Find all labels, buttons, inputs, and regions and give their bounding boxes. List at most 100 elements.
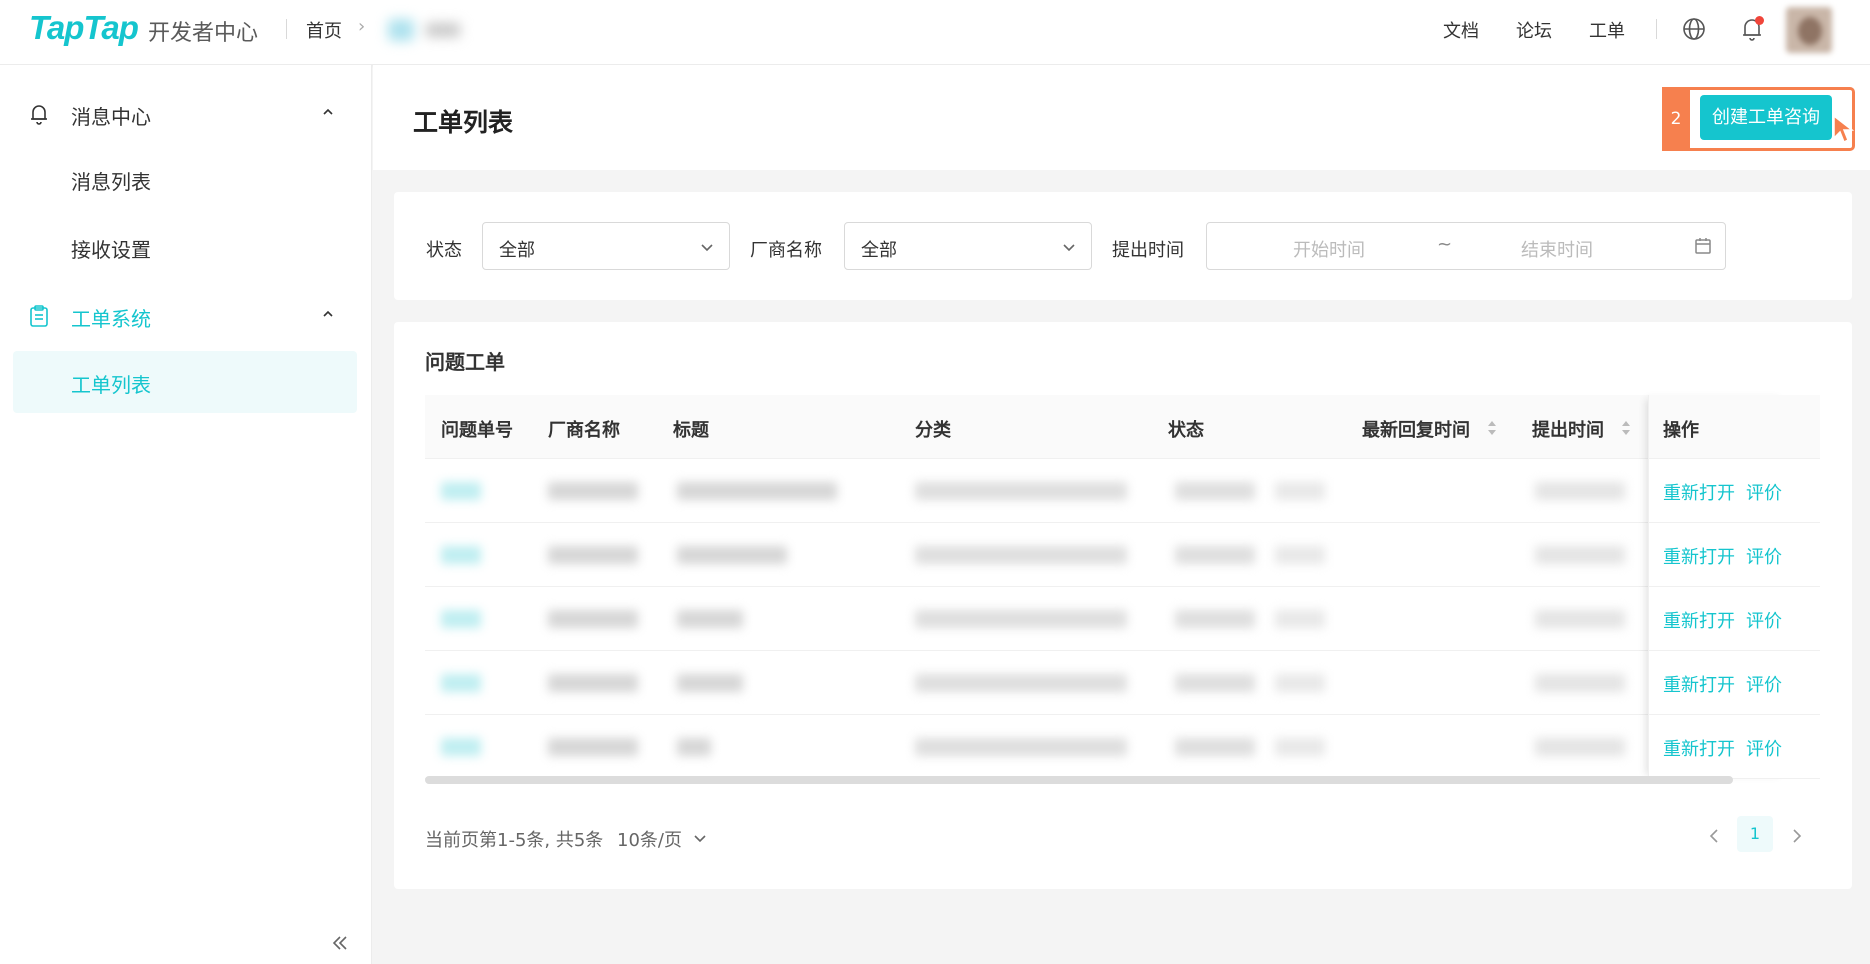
breadcrumb-separator-icon: › [358, 16, 366, 37]
mouse-cursor-icon [1833, 114, 1854, 144]
ticket-id-blurred[interactable] [441, 610, 481, 628]
column-vendor: 厂商名称 [548, 420, 620, 441]
horizontal-scrollbar[interactable] [425, 776, 1733, 784]
vendor-filter-label: 厂商名称 [750, 240, 822, 261]
status-blurred [1175, 546, 1255, 564]
operations-cell: 重新打开 评价 [1649, 651, 1790, 715]
sidebar: 消息中心 消息列表 接收设置 工单系统 工单列表 [0, 65, 372, 964]
divider [1656, 19, 1657, 39]
reopen-link[interactable]: 重新打开 [1663, 671, 1735, 697]
title-blurred [677, 482, 837, 500]
title-blurred [677, 674, 743, 692]
next-page-icon[interactable] [1785, 822, 1809, 850]
collapse-sidebar-icon[interactable] [330, 933, 350, 953]
sort-icon[interactable] [1487, 419, 1497, 437]
column-latest-reply[interactable]: 最新回复时间 [1362, 416, 1470, 442]
column-submit-time[interactable]: 提出时间 [1532, 416, 1604, 442]
column-ticket-id: 问题单号 [441, 420, 513, 441]
rate-link[interactable]: 评价 [1746, 543, 1782, 569]
table-header: 问题单号 厂商名称 标题 分类 状态 最新回复时间 提出时间 [425, 395, 1820, 459]
status-select[interactable]: 全部 [482, 222, 730, 270]
divider [286, 19, 287, 39]
ticket-id-blurred[interactable] [441, 674, 481, 692]
avatar[interactable] [1786, 7, 1832, 53]
table-row[interactable] [425, 523, 1820, 587]
ticket-id-blurred[interactable] [441, 738, 481, 756]
breadcrumb-app-blurred[interactable] [386, 15, 470, 45]
step-number-badge: 2 [1662, 87, 1690, 151]
chevron-down-icon[interactable] [692, 830, 708, 846]
table-row[interactable] [425, 587, 1820, 651]
reopen-link[interactable]: 重新打开 [1663, 543, 1735, 569]
status-tag-blurred [1275, 482, 1325, 500]
globe-icon[interactable] [1682, 17, 1706, 41]
time-filter-label: 提出时间 [1112, 240, 1184, 261]
nav-docs[interactable]: 文档 [1443, 17, 1479, 43]
vendor-blurred [548, 738, 638, 756]
status-select-value: 全部 [499, 240, 535, 261]
operations-column: 操作 重新打开 评价 重新打开 评价 重新打开 评价 重新打开 评价 重新打开 … [1648, 395, 1790, 779]
sidebar-group-label: 消息中心 [71, 105, 151, 129]
table-row[interactable] [425, 651, 1820, 715]
category-blurred [915, 482, 1127, 500]
reopen-link[interactable]: 重新打开 [1663, 479, 1735, 505]
sort-icon[interactable] [1621, 419, 1631, 437]
chevron-up-icon [323, 310, 333, 317]
status-tag-blurred [1275, 610, 1325, 628]
operations-cell: 重新打开 评价 [1649, 715, 1790, 779]
taptap-logo[interactable]: TapTap [29, 9, 139, 47]
column-title: 标题 [673, 420, 709, 441]
sidebar-group-label: 工单系统 [71, 307, 151, 331]
rate-link[interactable]: 评价 [1746, 735, 1782, 761]
page-header: 工单列表 [373, 65, 1870, 170]
vendor-select-value: 全部 [861, 240, 897, 261]
status-blurred [1175, 482, 1255, 500]
reopen-link[interactable]: 重新打开 [1663, 607, 1735, 633]
sidebar-item-receive-settings[interactable]: 接收设置 [13, 216, 357, 278]
column-operations: 操作 [1663, 420, 1699, 441]
start-time-input[interactable]: 开始时间 [1293, 236, 1365, 262]
breadcrumb-home[interactable]: 首页 [306, 17, 342, 43]
column-status: 状态 [1168, 420, 1204, 441]
category-blurred [915, 738, 1127, 756]
ticket-table-card: 问题工单 问题单号 厂商名称 标题 分类 状态 最新回复时间 提出时间 操作 重… [394, 322, 1852, 889]
title-blurred [677, 546, 787, 564]
clipboard-icon [30, 305, 48, 327]
end-time-input[interactable]: 结束时间 [1521, 236, 1593, 262]
sidebar-group-messages[interactable]: 消息中心 [0, 92, 372, 136]
submit-time-blurred [1535, 674, 1625, 692]
date-range-picker[interactable]: 开始时间 ~ 结束时间 [1206, 222, 1726, 270]
chevron-up-icon [323, 108, 333, 115]
table-row[interactable] [425, 715, 1820, 779]
vendor-blurred [548, 610, 638, 628]
nav-forum[interactable]: 论坛 [1516, 17, 1552, 43]
rate-link[interactable]: 评价 [1746, 607, 1782, 633]
vendor-blurred [548, 546, 638, 564]
page-number-current[interactable]: 1 [1737, 816, 1773, 852]
ticket-id-blurred[interactable] [441, 482, 481, 500]
table-row[interactable] [425, 459, 1820, 523]
vendor-select[interactable]: 全部 [844, 222, 1092, 270]
chevron-down-icon [701, 244, 713, 252]
reopen-link[interactable]: 重新打开 [1663, 735, 1735, 761]
sidebar-item-message-list[interactable]: 消息列表 [13, 148, 357, 210]
sidebar-group-tickets[interactable]: 工单系统 [0, 294, 372, 338]
submit-time-blurred [1535, 738, 1625, 756]
sidebar-item-label: 接收设置 [71, 238, 151, 262]
page-size-select[interactable]: 10条/页 [617, 826, 682, 852]
operations-cell: 重新打开 评价 [1649, 459, 1790, 523]
previous-page-icon[interactable] [1702, 822, 1726, 850]
create-ticket-button[interactable]: 创建工单咨询 [1700, 95, 1832, 140]
logo-subtitle: 开发者中心 [148, 21, 259, 46]
vendor-blurred [548, 482, 638, 500]
nav-tickets[interactable]: 工单 [1589, 17, 1625, 43]
calendar-icon [1695, 238, 1711, 254]
sidebar-item-ticket-list[interactable]: 工单列表 [13, 351, 357, 413]
page-title: 工单列表 [413, 108, 514, 137]
submit-time-blurred [1535, 610, 1625, 628]
rate-link[interactable]: 评价 [1746, 671, 1782, 697]
column-header-operations: 操作 [1649, 395, 1790, 459]
status-tag-blurred [1275, 674, 1325, 692]
ticket-id-blurred[interactable] [441, 546, 481, 564]
rate-link[interactable]: 评价 [1746, 479, 1782, 505]
